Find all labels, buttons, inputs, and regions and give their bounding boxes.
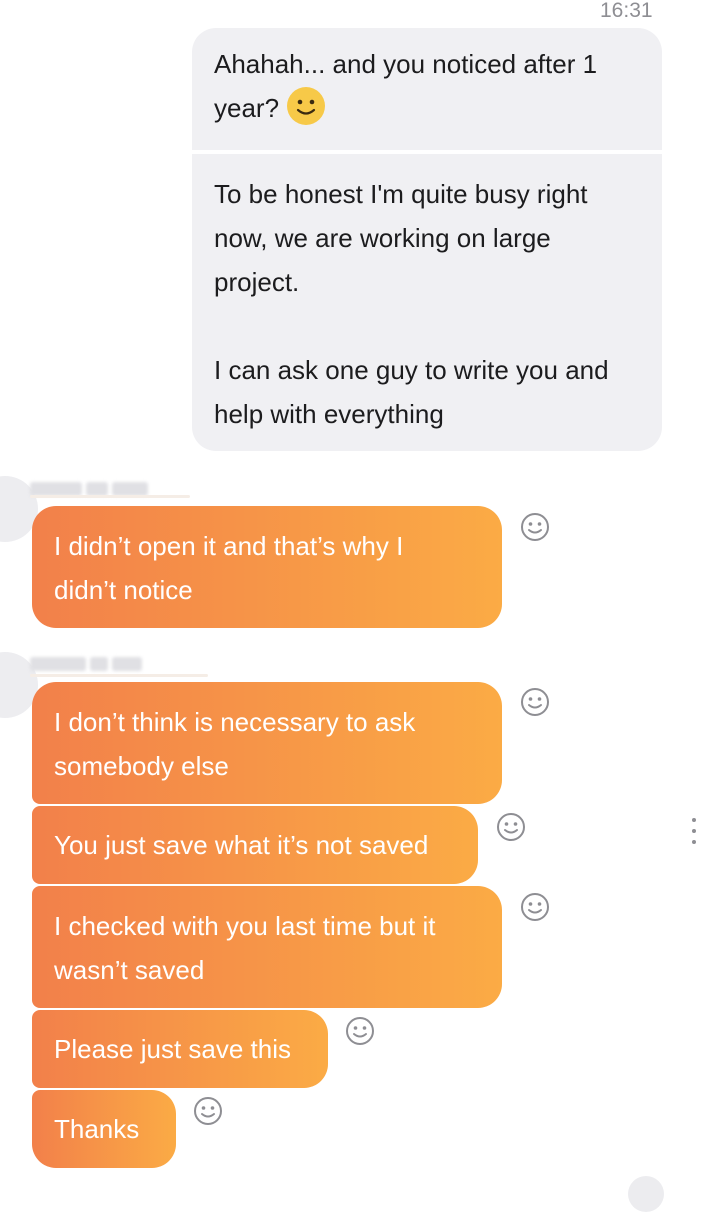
message-text-line: somebody else xyxy=(54,751,229,781)
message-text-line: Ahahah... and you noticed after 1 xyxy=(214,49,598,79)
message-text-line: wasn’t saved xyxy=(54,955,205,985)
message-text-line: Thanks xyxy=(54,1114,140,1144)
sender-name-redacted xyxy=(30,653,142,675)
sender-name-underline xyxy=(30,495,190,498)
smiley-reaction-icon[interactable] xyxy=(193,1096,223,1126)
incoming-message[interactable]: I checked with you last time but it wasn… xyxy=(32,886,502,1008)
smiley-emoji-icon xyxy=(287,87,326,125)
message-text-line: You just save what it’s not saved xyxy=(54,830,429,860)
message-text-line: help with everything xyxy=(214,399,444,429)
smiley-reaction-icon[interactable] xyxy=(496,812,526,842)
message-text-line: To be honest I'm quite busy right xyxy=(214,179,588,209)
message-text-line: didn’t notice xyxy=(54,575,193,605)
more-vertical-icon[interactable] xyxy=(690,818,698,844)
smiley-reaction-icon[interactable] xyxy=(520,687,550,717)
sender-name-underline xyxy=(30,674,208,677)
message-timestamp: 16:31 xyxy=(600,0,653,22)
outgoing-message[interactable]: To be honest I'm quite busy right now, w… xyxy=(192,154,662,451)
incoming-message[interactable]: Thanks xyxy=(32,1090,176,1168)
incoming-message[interactable]: I didn’t open it and that’s why I didn’t… xyxy=(32,506,502,628)
incoming-message[interactable]: Please just save this xyxy=(32,1010,328,1088)
incoming-message[interactable]: I don’t think is necessary to ask somebo… xyxy=(32,682,502,804)
message-text-line: I checked with you last time but it xyxy=(54,911,436,941)
message-text-line: I can ask one guy to write you and xyxy=(214,355,609,385)
message-text-line: I don’t think is necessary to ask xyxy=(54,707,416,737)
message-text-line: I didn’t open it and that’s why I xyxy=(54,531,404,561)
smiley-reaction-icon[interactable] xyxy=(520,512,550,542)
message-text-line: now, we are working on large xyxy=(214,223,551,253)
read-receipt-avatar xyxy=(628,1176,664,1212)
message-text-line: project. xyxy=(214,267,300,297)
message-text-line: year? xyxy=(214,86,640,130)
smiley-reaction-icon[interactable] xyxy=(520,892,550,922)
message-text-line: Please just save this xyxy=(54,1034,292,1064)
smiley-reaction-icon[interactable] xyxy=(345,1016,375,1046)
outgoing-message[interactable]: Ahahah... and you noticed after 1 year? xyxy=(192,28,662,150)
incoming-message[interactable]: You just save what it’s not saved xyxy=(32,806,478,884)
